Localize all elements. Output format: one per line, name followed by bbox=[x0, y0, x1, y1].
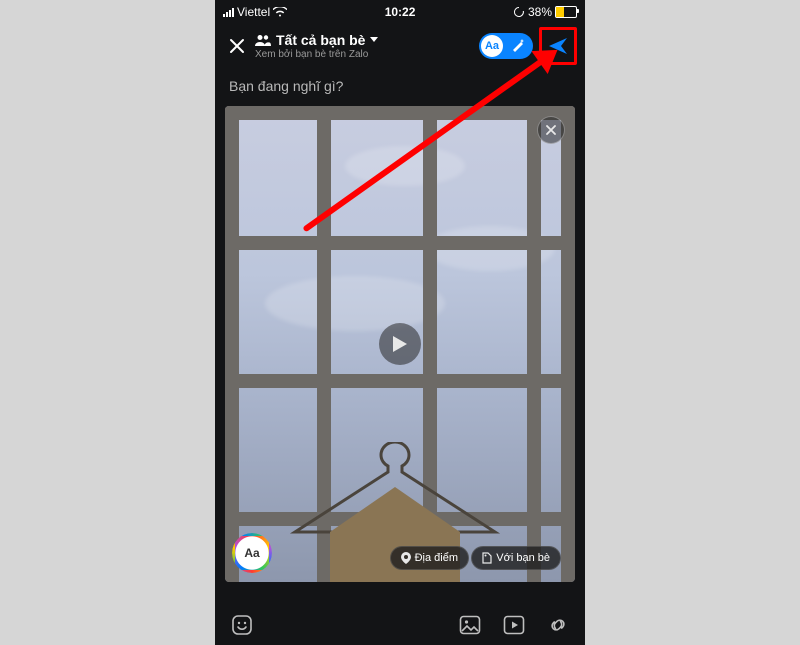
bottom-toolbar bbox=[215, 605, 585, 645]
link-button[interactable] bbox=[545, 612, 571, 638]
style-picker-button[interactable]: Aa bbox=[235, 536, 269, 570]
wand-icon bbox=[511, 38, 525, 52]
audience-subtitle: Xem bởi bạn bè trên Zalo bbox=[255, 49, 479, 60]
sticker-button[interactable] bbox=[229, 612, 255, 638]
toggle-aa-label: Aa bbox=[481, 35, 503, 57]
header: Tất cả bạn bè Xem bởi bạn bè trên Zalo A… bbox=[215, 24, 585, 68]
video-button[interactable] bbox=[501, 612, 527, 638]
location-chip[interactable]: Địa điểm bbox=[390, 546, 469, 570]
remove-media-button[interactable] bbox=[537, 116, 565, 144]
image-button[interactable] bbox=[457, 612, 483, 638]
signal-icon bbox=[223, 8, 234, 17]
wifi-icon bbox=[273, 7, 287, 17]
tag-icon bbox=[482, 552, 492, 564]
battery-icon bbox=[555, 6, 577, 18]
battery-pct: 38% bbox=[528, 5, 552, 19]
pin-icon bbox=[401, 552, 411, 564]
audience-selector[interactable]: Tất cả bạn bè Xem bởi bạn bè trên Zalo bbox=[251, 32, 479, 60]
audience-title: Tất cả bạn bè bbox=[276, 32, 365, 48]
people-icon bbox=[255, 34, 271, 46]
send-highlight bbox=[539, 27, 577, 65]
close-button[interactable] bbox=[223, 32, 251, 60]
send-button[interactable] bbox=[544, 32, 572, 60]
compose-placeholder[interactable]: Bạn đang nghĩ gì? bbox=[215, 68, 585, 104]
clock-label: 10:22 bbox=[385, 5, 416, 19]
loading-icon bbox=[513, 6, 525, 18]
status-bar: Viettel 10:22 38% bbox=[215, 0, 585, 24]
media-preview: Aa Địa điểm Với bạn bè bbox=[225, 106, 575, 582]
text-mode-toggle[interactable]: Aa bbox=[479, 33, 533, 59]
tag-friends-chip[interactable]: Với bạn bè bbox=[471, 546, 561, 570]
caret-down-icon bbox=[370, 37, 378, 43]
app-screen: Viettel 10:22 38% Tất cả bạn bè Xem bởi … bbox=[215, 0, 585, 645]
play-button[interactable] bbox=[379, 323, 421, 365]
carrier-label: Viettel bbox=[237, 5, 270, 19]
